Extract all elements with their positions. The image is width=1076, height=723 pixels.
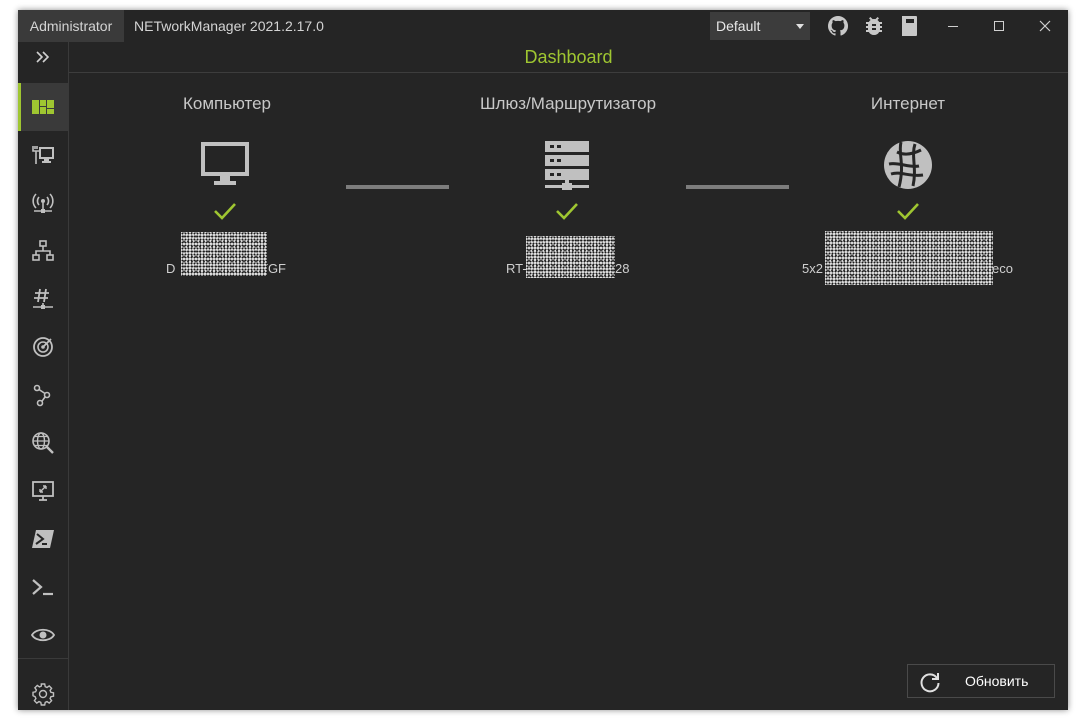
sidebar-item-dashboard[interactable] [18, 83, 68, 131]
powershell-icon [32, 530, 54, 548]
refresh-icon [920, 673, 940, 693]
sidebar-item-traceroute[interactable] [18, 371, 68, 419]
sidebar-item-ip-scanner[interactable] [18, 227, 68, 275]
node-internet: Интернет [858, 94, 958, 114]
gear-icon [32, 683, 55, 706]
node-label: Компьютер [183, 94, 271, 113]
computer-hostname-prefix: D [166, 261, 176, 276]
sidebar [18, 42, 69, 710]
minimize-icon [948, 26, 958, 27]
double-chevron-right-icon [36, 51, 50, 63]
eye-icon [31, 628, 55, 642]
maximize-icon [994, 21, 1004, 31]
route-icon [33, 384, 51, 407]
monitor-icon [201, 142, 249, 185]
administrator-badge: Administrator [18, 10, 124, 42]
public-ip-suffix: eco [992, 261, 1013, 276]
node-label: Интернет [870, 94, 946, 113]
sidebar-item-tigervnc[interactable] [18, 611, 68, 659]
hash-icon [33, 288, 53, 309]
terminal-icon [32, 579, 53, 596]
globe-search-icon [32, 432, 54, 454]
refresh-label: Обновить [965, 673, 1029, 689]
sidebar-item-remote-desktop[interactable] [18, 467, 68, 515]
sidebar-item-powershell[interactable] [18, 515, 68, 563]
gateway-name-suffix: 28 [615, 261, 630, 276]
sidebar-item-dns-lookup[interactable] [18, 419, 68, 467]
node-computer: Компьютер [168, 94, 286, 114]
public-ip-prefix: 5x2 [802, 261, 823, 276]
sidebar-separator [18, 658, 68, 659]
node-label: Шлюз/Маршрутизатор [479, 94, 657, 113]
chevron-down-icon [796, 24, 804, 29]
network-interface-icon [32, 146, 54, 164]
content-header: Dashboard [69, 42, 1068, 73]
check-icon [214, 203, 236, 220]
bug-icon[interactable] [862, 14, 886, 38]
node-gateway: Шлюз/Маршрутизатор [468, 94, 668, 114]
connector-line [686, 185, 789, 189]
github-icon[interactable] [826, 14, 850, 38]
title-bar[interactable]: Administrator NETworkManager 2021.2.17.0… [18, 10, 1068, 42]
connector-line [346, 185, 449, 189]
redacted-area [181, 232, 267, 276]
app-window: Administrator NETworkManager 2021.2.17.0… [18, 10, 1068, 710]
page-title: Dashboard [524, 47, 613, 67]
dashboard-icon [32, 100, 54, 114]
check-icon [556, 203, 578, 220]
close-icon [1039, 20, 1051, 32]
network-scan-icon [32, 240, 54, 261]
profile-select-value: Default [716, 18, 761, 34]
app-title: NETworkManager 2021.2.17.0 [134, 18, 324, 34]
maximize-button[interactable] [976, 10, 1022, 42]
remote-desktop-icon [32, 481, 54, 501]
sidebar-item-wifi[interactable] [18, 179, 68, 227]
sidebar-item-settings[interactable] [18, 670, 68, 710]
redacted-area [526, 236, 615, 278]
close-button[interactable] [1022, 10, 1068, 42]
radar-icon [33, 337, 53, 357]
check-icon [897, 203, 919, 220]
profile-select[interactable]: Default [710, 12, 810, 40]
gateway-name-prefix: RT- [506, 261, 527, 276]
book-icon[interactable] [898, 14, 922, 38]
server-icon [545, 141, 589, 190]
minimize-button[interactable] [930, 10, 976, 42]
refresh-button[interactable]: Обновить [907, 664, 1055, 698]
expand-menu-button[interactable] [18, 42, 68, 72]
sidebar-item-ping-monitor[interactable] [18, 323, 68, 371]
redacted-area [825, 231, 993, 285]
sidebar-item-port-scanner[interactable] [18, 275, 68, 323]
wifi-antenna-icon [32, 193, 54, 213]
sidebar-item-putty[interactable] [18, 563, 68, 611]
sidebar-item-network-interface[interactable] [18, 131, 68, 179]
globe-icon [884, 141, 932, 189]
